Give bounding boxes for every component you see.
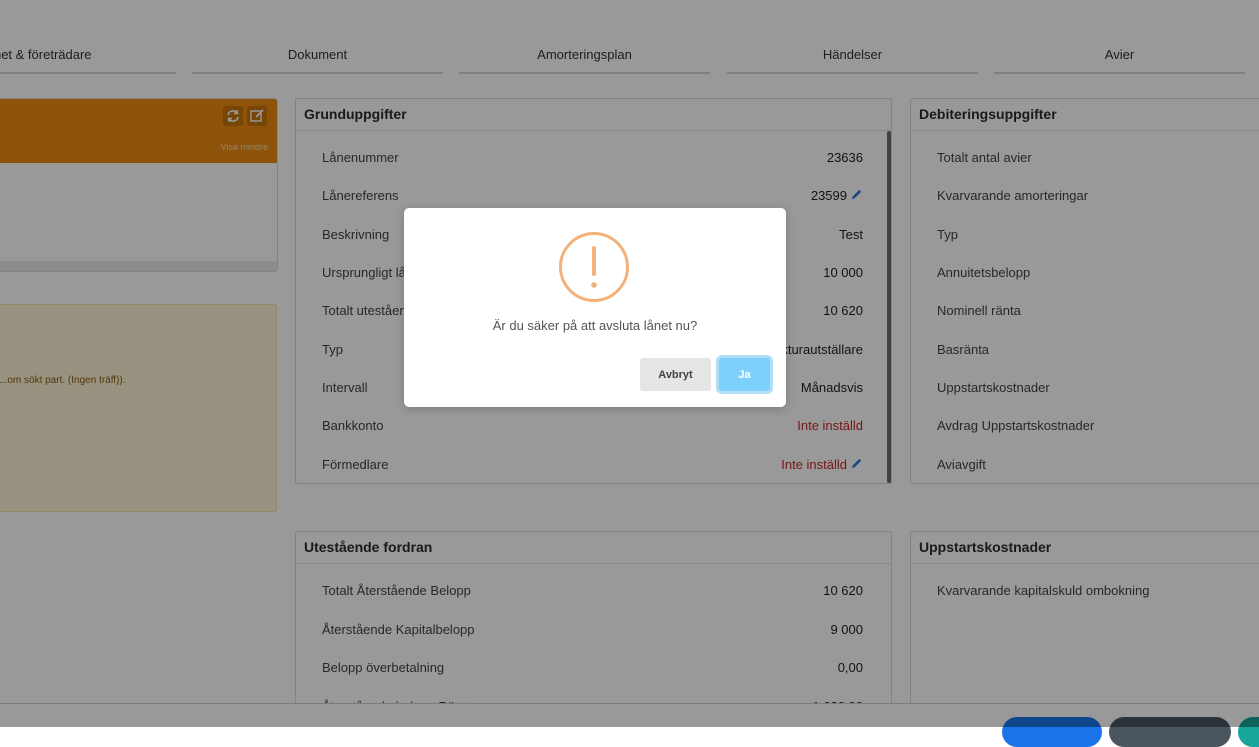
dialog-message: Är du säker på att avsluta lånet nu? [492, 318, 698, 333]
cancel-button[interactable]: Avbryt [640, 358, 711, 391]
confirm-button[interactable]: Ja [719, 358, 770, 391]
confirm-dialog: Är du säker på att avsluta lånet nu? Avb… [404, 208, 786, 407]
warning-icon [559, 232, 629, 302]
